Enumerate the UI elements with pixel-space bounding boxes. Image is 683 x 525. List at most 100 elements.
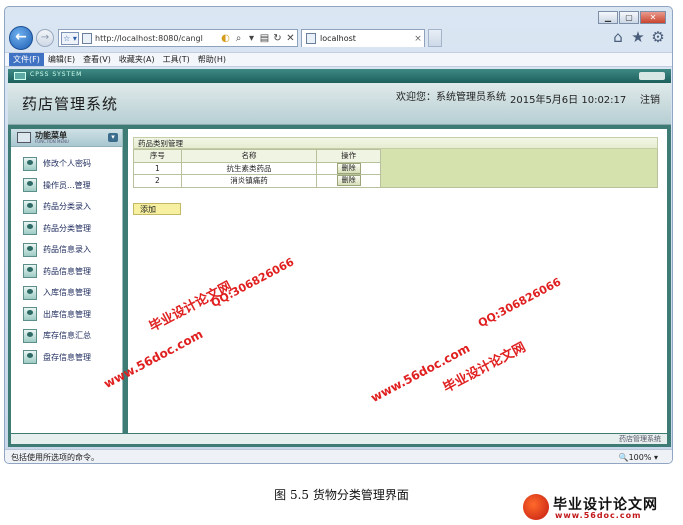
cell-op: 删除 <box>316 174 381 188</box>
collapse-icon[interactable]: ▾ <box>108 133 118 142</box>
browser-window: ▁ ▢ ✕ ← → ☆ ▾ http://localhost:8080/cang… <box>4 6 673 464</box>
sidebar-item-drug-manage[interactable]: 药品信息管理 <box>11 261 122 283</box>
table-row: 2 消炎镇痛药 删除 <box>133 174 381 188</box>
system-label: CPSS SYSTEM <box>30 71 83 78</box>
user-icon <box>23 264 37 279</box>
compatibility-icon[interactable]: ◐ <box>219 33 232 44</box>
url-text[interactable]: http://localhost:8080/cangl <box>95 34 219 43</box>
sidebar-item-label: 库存信息汇总 <box>43 331 91 341</box>
add-button[interactable]: 添加 <box>133 203 181 215</box>
sidebar-menu: 修改个人密码 操作员...管理 药品分类录入 药品分类管理 药品信息录入 药品信… <box>11 147 122 368</box>
sidebar-item-stocktake[interactable]: 盘存信息管理 <box>11 347 122 369</box>
compat-view-icon[interactable]: ▤ <box>258 33 271 44</box>
sidebar-item-label: 盘存信息管理 <box>43 352 91 362</box>
user-icon <box>23 350 37 365</box>
sidebar-item-category-entry[interactable]: 药品分类录入 <box>11 196 122 218</box>
menu-view[interactable]: 查看(V) <box>79 53 115 66</box>
address-bar[interactable]: ☆ ▾ http://localhost:8080/cangl ◐ ⌕ ▾ ▤ … <box>58 29 298 47</box>
menu-favorites[interactable]: 收藏夹(A) <box>115 53 159 66</box>
brand-url: www.56doc.com <box>555 511 642 520</box>
strip-controls[interactable] <box>639 72 665 80</box>
page-footer: 药店管理系统 <box>11 434 667 444</box>
sidebar-item-category-manage[interactable]: 药品分类管理 <box>11 218 122 240</box>
sidebar-item-change-password[interactable]: 修改个人密码 <box>11 153 122 175</box>
datetime-text: 2015年5月6日 10:02:17 <box>510 95 627 106</box>
close-window-button[interactable]: ✕ <box>640 11 666 24</box>
sidebar-subheading: FUNCTION MENU <box>35 139 69 144</box>
status-text: 包括使用所选项的命令。 <box>11 453 99 462</box>
tab-localhost[interactable]: localhost × <box>301 29 425 47</box>
brand-logo: 毕业设计论文网 www.56doc.com <box>523 492 679 524</box>
tab-page-icon <box>306 33 316 44</box>
sidebar-item-operators[interactable]: 操作员...管理 <box>11 175 122 197</box>
user-icon <box>23 178 37 193</box>
menu-help[interactable]: 帮助(H) <box>194 53 230 66</box>
stop-icon[interactable]: ✕ <box>284 33 297 44</box>
table-grid: 序号 名称 操作 1 抗生素类药品 删除 2 消炎镇痛药 删除 <box>133 149 658 188</box>
app-frame: 功能菜单 FUNCTION MENU ▾ 修改个人密码 操作员...管理 药品分… <box>8 125 671 447</box>
page-icon <box>82 32 92 44</box>
category-table: 序号 名称 操作 1 抗生素类药品 删除 2 消炎镇痛药 删除 <box>133 149 381 188</box>
back-button[interactable]: ← <box>9 26 33 50</box>
user-icon <box>23 242 37 257</box>
sidebar-item-label: 出库信息管理 <box>43 309 91 319</box>
search-icon[interactable]: ⌕ <box>232 33 245 44</box>
window-controls: ▁ ▢ ✕ <box>598 11 666 24</box>
footer-text: 药店管理系统 <box>619 435 661 443</box>
zoom-control[interactable]: 🔍100% ▾ <box>619 450 658 463</box>
table-header-row: 序号 名称 操作 <box>133 149 381 163</box>
sidebar-item-label: 药品信息录入 <box>43 245 91 255</box>
table-caption: 药品类别管理 <box>133 137 658 149</box>
user-icon <box>23 221 37 236</box>
sidebar-header: 功能菜单 FUNCTION MENU ▾ <box>11 129 122 147</box>
system-strip: CPSS SYSTEM <box>8 69 671 83</box>
minimize-button[interactable]: ▁ <box>598 11 618 24</box>
column-header-no: 序号 <box>133 149 182 163</box>
sidebar-item-label: 修改个人密码 <box>43 159 91 169</box>
user-icon <box>23 328 37 343</box>
favorites-dropdown-icon[interactable]: ☆ ▾ <box>61 31 79 45</box>
delete-button[interactable]: 删除 <box>336 162 361 174</box>
sidebar-item-inventory-summary[interactable]: 库存信息汇总 <box>11 325 122 347</box>
user-icon <box>23 307 37 322</box>
forward-button[interactable]: → <box>36 29 54 47</box>
table-filler <box>381 149 658 188</box>
menu-tools[interactable]: 工具(T) <box>159 53 194 66</box>
table-row: 1 抗生素类药品 删除 <box>133 161 381 175</box>
sidebar-item-stock-out[interactable]: 出库信息管理 <box>11 304 122 326</box>
refresh-icon[interactable]: ↻ <box>271 33 284 44</box>
sidebar-item-label: 药品分类管理 <box>43 223 91 233</box>
brand-logo-icon <box>523 494 549 520</box>
new-tab-button[interactable] <box>428 29 442 47</box>
cell-op: 删除 <box>316 161 381 175</box>
tab-close-icon[interactable]: × <box>412 34 424 44</box>
gear-icon[interactable]: ⚙ <box>649 28 667 46</box>
user-icon <box>23 199 37 214</box>
user-icon <box>23 156 37 171</box>
tab-label: localhost <box>320 34 356 43</box>
menu-bar: 文件(F) 编辑(E) 查看(V) 收藏夹(A) 工具(T) 帮助(H) <box>5 52 672 67</box>
column-header-op: 操作 <box>316 149 381 163</box>
welcome-text: 欢迎您：系统管理员系统 <box>396 92 506 103</box>
sidebar-item-label: 药品信息管理 <box>43 266 91 276</box>
menu-file[interactable]: 文件(F) <box>9 53 44 66</box>
favorites-star-icon[interactable]: ★ <box>629 28 647 46</box>
sidebar-item-stock-in[interactable]: 入库信息管理 <box>11 282 122 304</box>
menu-book-icon <box>17 132 31 143</box>
cell-no: 1 <box>133 161 182 175</box>
delete-button[interactable]: 删除 <box>336 175 361 187</box>
sidebar-item-label: 操作员...管理 <box>43 180 91 190</box>
maximize-button[interactable]: ▢ <box>619 11 639 24</box>
sidebar-item-drug-entry[interactable]: 药品信息录入 <box>11 239 122 261</box>
column-header-name: 名称 <box>180 149 318 163</box>
user-icon <box>23 285 37 300</box>
dropdown-icon[interactable]: ▾ <box>245 33 258 44</box>
page-viewport: CPSS SYSTEM 药店管理系统 欢迎您：系统管理员系统 2015年5月6日… <box>8 69 671 447</box>
app-header: 药店管理系统 欢迎您：系统管理员系统 2015年5月6日 10:02:17 注销 <box>8 83 671 125</box>
menu-edit[interactable]: 编辑(E) <box>44 53 79 66</box>
sidebar-item-label: 药品分类录入 <box>43 202 91 212</box>
status-bar: 包括使用所选项的命令。 🔍100% ▾ <box>5 449 672 463</box>
home-icon[interactable]: ⌂ <box>609 28 627 46</box>
logout-link[interactable]: 注销 <box>640 91 660 106</box>
cell-name: 消炎镇痛药 <box>180 174 318 188</box>
